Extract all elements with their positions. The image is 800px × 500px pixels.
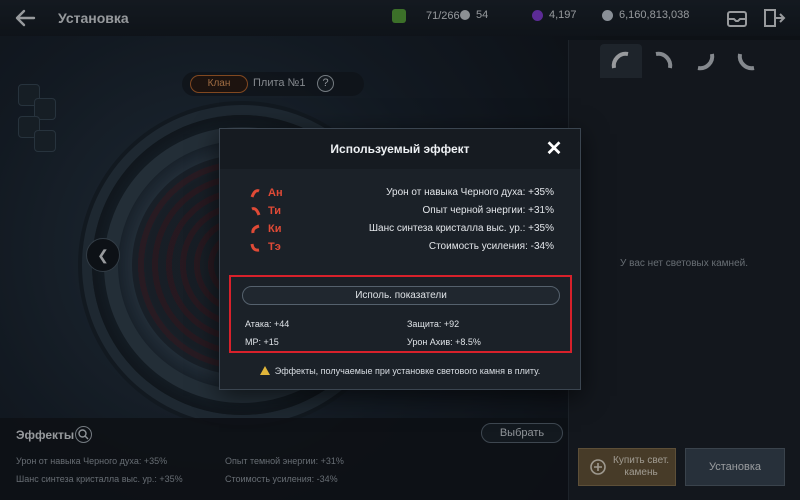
effect-tag: Тэ — [268, 241, 281, 253]
warning-icon — [259, 366, 270, 375]
effect-row: Ти Опыт черной энергии: +31% — [220, 203, 580, 221]
effect-value: Опыт черной энергии: +31% — [422, 205, 555, 216]
stat-defense: Защита: +92 — [407, 319, 460, 329]
stat-attack: Атака: +44 — [245, 319, 290, 329]
rune-icon — [250, 189, 260, 198]
rune-icon — [251, 224, 260, 234]
stats-highlight-box: Исполь. показатели Атака: +44 Защита: +9… — [229, 275, 572, 353]
rune-icon — [251, 207, 261, 216]
effect-row: Ан Урон от навыка Черного духа: +35% — [220, 185, 580, 203]
effect-value: Стоимость усиления: -34% — [428, 241, 554, 252]
effect-row: Тэ Стоимость усиления: -34% — [220, 239, 580, 257]
warning-text: Эффекты, получаемые при установке светов… — [274, 366, 541, 376]
effect-tag: Ти — [268, 205, 282, 217]
effect-tag: Ки — [268, 223, 282, 235]
stat-mp: MP: +15 — [245, 337, 279, 347]
close-icon[interactable]: ✕ — [544, 139, 564, 159]
used-effect-modal: Используемый эффект ✕ Ан Урон от навыка … — [219, 128, 581, 390]
stats-title: Исполь. показатели — [242, 286, 560, 305]
modal-title: Используемый эффект — [330, 142, 470, 156]
rune-icon — [250, 243, 260, 252]
effect-value: Шанс синтеза кристалла выс. ур.: +35% — [368, 223, 554, 234]
effect-value: Урон от навыка Черного духа: +35% — [386, 187, 554, 198]
effect-row: Ки Шанс синтеза кристалла выс. ур.: +35% — [220, 221, 580, 239]
warning-note: Эффекты, получаемые при установке светов… — [220, 366, 580, 376]
stat-achiv-damage: Урон Ахив: +8.5% — [407, 337, 481, 347]
effect-tag: Ан — [268, 187, 283, 199]
